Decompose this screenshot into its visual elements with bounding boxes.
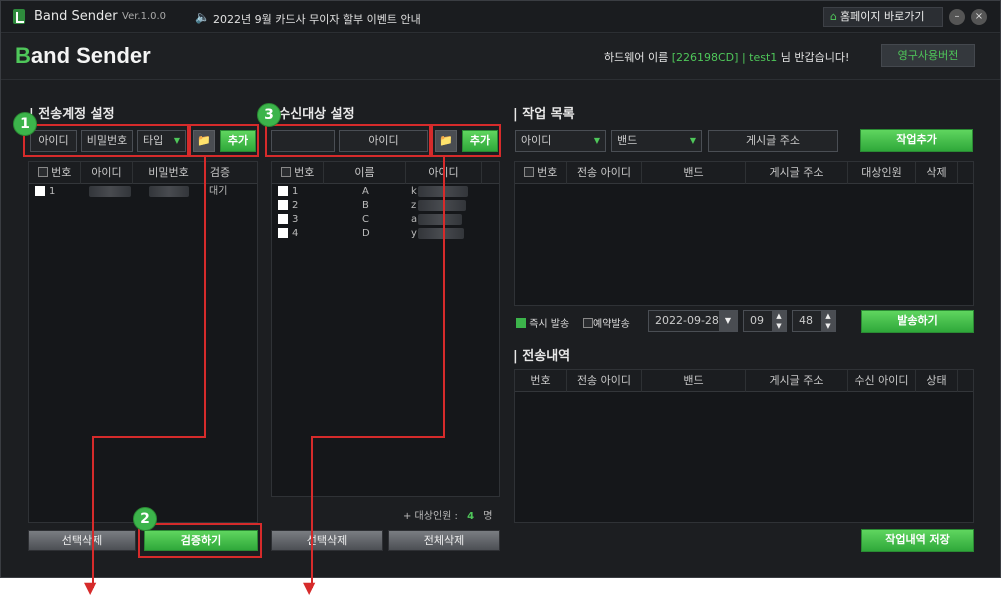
receiver-table-header: 번호 이름 아이디 [272, 162, 499, 184]
sender-section-title: | 전송계정 설정 [29, 107, 115, 122]
sender-table-header: 번호 아이디 비밀번호 검증 [29, 162, 257, 184]
homepage-button[interactable]: ⌂ 홈페이지 바로가기 [823, 7, 943, 27]
annotation-badge-3: 3 [257, 103, 281, 127]
history-table: 번호 전송 아이디 밴드 게시글 주소 수신 아이디 상태 [514, 369, 974, 523]
table-row[interactable]: 2Bz [272, 200, 499, 212]
history-section-title: | 전송내역 [513, 349, 571, 364]
chevron-down-icon: ▼ [689, 136, 696, 145]
close-button[interactable]: × [971, 9, 987, 25]
hour-spinner[interactable]: 09 ▲ ▼ [743, 310, 787, 332]
sender-table: 번호 아이디 비밀번호 검증 1 대기 [28, 161, 258, 523]
save-history-button[interactable]: 작업내역 저장 [861, 529, 974, 552]
chevron-down-icon: ▼ [593, 136, 600, 145]
add-job-button[interactable]: 작업추가 [860, 129, 973, 152]
annotation-box-receiver-fields [265, 124, 431, 157]
calendar-dropdown-icon: ▼ [719, 311, 737, 331]
window-title: Band Sender [34, 9, 118, 24]
speaker-icon: 🔈 [195, 10, 210, 24]
send-now-radio[interactable]: 즉시 발송 [516, 315, 569, 330]
spinner-arrows-icon: ▲ ▼ [772, 311, 786, 331]
minute-spinner[interactable]: 48 ▲ ▼ [792, 310, 836, 332]
username: test1 [749, 51, 778, 64]
receiver-table: 번호 이름 아이디 1Ak 2Bz 3Ca 4Dy [271, 161, 500, 497]
target-count: + 대상인원 : 4 명 [403, 511, 493, 522]
select-all-checkbox [280, 167, 291, 177]
version-label: Ver.1.0.0 [122, 11, 167, 22]
receiver-delete-selected-button[interactable]: 선택삭제 [271, 530, 383, 551]
user-info: 하드웨어 이름 [226198CD] | test1 님 반갑습니다! [604, 51, 850, 64]
hardware-id: [226198CD] [671, 51, 739, 64]
annotation-badge-1: 1 [13, 112, 37, 136]
sender-delete-selected-button[interactable]: 선택삭제 [28, 530, 136, 551]
app-window: Band Sender Ver.1.0.0 🔈 2022년 9월 카드사 무이자… [0, 0, 1001, 578]
arrow-down-icon: ▼ [303, 578, 316, 597]
send-button[interactable]: 발송하기 [861, 310, 974, 333]
arrow-down-icon: ▼ [84, 578, 97, 597]
row-checkbox [35, 186, 45, 196]
annotation-box-sender-fields [23, 124, 189, 157]
jobs-table: 번호 전송 아이디 밴드 게시글 주소 대상인원 삭제 [514, 161, 974, 306]
select-all-checkbox [523, 167, 534, 177]
license-button[interactable]: 영구사용버전 [881, 44, 975, 67]
table-row[interactable]: 3Ca [272, 214, 499, 226]
post-url-input[interactable]: 게시글 주소 [708, 130, 838, 152]
jobs-table-header: 번호 전송 아이디 밴드 게시글 주소 대상인원 삭제 [515, 162, 973, 184]
minimize-button[interactable]: – [949, 9, 965, 25]
spinner-arrows-icon: ▲ ▼ [821, 311, 835, 331]
homepage-button-label: 홈페이지 바로가기 [839, 10, 925, 23]
home-icon: ⌂ [830, 10, 837, 23]
date-picker[interactable]: 2022-09-28 ▼ [648, 310, 738, 332]
app-logo: Band Sender [15, 43, 151, 68]
jobs-section-title: | 작업 목록 [513, 107, 575, 122]
job-id-select[interactable]: 아이디 ▼ [515, 130, 606, 152]
job-band-select[interactable]: 밴드 ▼ [611, 130, 702, 152]
reserve-radio[interactable]: 예약발송 [583, 315, 630, 330]
annotation-box-receiver-add [431, 124, 501, 157]
receiver-section-title: | 수신대상 설정 [269, 107, 355, 122]
table-row[interactable]: 1 대기 [29, 186, 257, 198]
select-all-checkbox [37, 167, 48, 177]
table-row[interactable]: 1Ak [272, 186, 499, 198]
notice-link[interactable]: 2022년 9월 카드사 무이자 할부 이벤트 안내 [213, 11, 421, 27]
receiver-delete-all-button[interactable]: 전체삭제 [388, 530, 500, 551]
annotation-box-sender-add [189, 124, 259, 157]
history-table-header: 번호 전송 아이디 밴드 게시글 주소 수신 아이디 상태 [515, 370, 973, 392]
app-logo-icon [13, 9, 25, 24]
verify-status: 대기 [209, 186, 228, 197]
annotation-badge-2: 2 [133, 507, 157, 531]
annotation-box-verify [138, 523, 262, 558]
table-row[interactable]: 4Dy [272, 228, 499, 240]
